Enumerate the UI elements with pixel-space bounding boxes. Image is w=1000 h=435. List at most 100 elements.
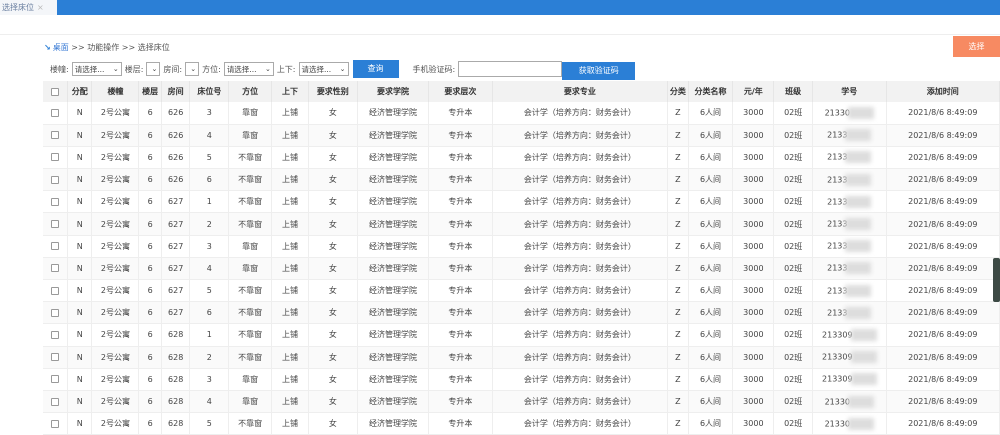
row-checkbox-cell[interactable] [43, 323, 68, 347]
updown-select[interactable]: 请选择... ⌄ [298, 62, 349, 76]
redaction-blur [845, 262, 872, 275]
row-checkbox-cell[interactable] [43, 190, 68, 214]
table-cell: 627 [161, 301, 191, 325]
column-header: 元/年 [732, 81, 775, 102]
table-cell: 上铺 [271, 279, 309, 303]
row-checkbox-cell[interactable] [43, 235, 68, 258]
table-cell: 5 [189, 146, 230, 170]
table-row[interactable]: N 2号公寓 6 628 2 不靠窗 上铺女经济管理学院 专升本 会计学（培养方向：财务会计） Z… [43, 346, 1000, 369]
table-row[interactable]: N 2号公寓 6 628 1 不靠窗 上铺女经济管理学院 专升本 会计学（培养方向：财务会计） Z… [43, 323, 1000, 347]
table-row[interactable]: N 2号公寓 6 626 4 靠窗 上铺女经济管理学院 专升本 会计学（培养方向：财务会计） Z 6… [43, 124, 1000, 147]
student-id-cell: 2133 [812, 190, 887, 214]
table-row[interactable]: N 2号公寓 6 627 1 不靠窗 上铺女经济管理学院 专升本 会计学（培养方向：财务会计） Z… [43, 190, 1000, 214]
table-cell: Z [667, 390, 689, 414]
table-cell: Z [667, 257, 689, 281]
scrollbar[interactable] [993, 258, 1000, 302]
table-cell: 2号公寓 [91, 368, 140, 391]
redaction-blur [845, 151, 872, 164]
row-checkbox-cell[interactable] [43, 146, 68, 170]
query-button[interactable]: 查询 [352, 60, 399, 78]
checkbox[interactable] [50, 197, 59, 206]
table-cell: Z [667, 124, 689, 147]
checkbox[interactable] [50, 87, 59, 96]
student-id-cell: 213309 [812, 323, 887, 347]
table-cell: 626 [161, 124, 191, 147]
get-code-button[interactable]: 获取验证码 [562, 62, 636, 80]
table-cell: 02班 [773, 124, 814, 147]
student-id-cell: 2133 [812, 212, 887, 236]
checkbox[interactable] [50, 308, 59, 317]
table-cell: 专升本 [428, 235, 493, 258]
floor-select[interactable]: ⌄ [146, 62, 161, 76]
room-select[interactable]: ⌄ [185, 62, 200, 76]
checkbox[interactable] [50, 220, 59, 229]
table-cell: 6人间 [688, 412, 734, 435]
table-cell: 02班 [773, 257, 814, 281]
row-checkbox-cell[interactable] [43, 212, 68, 236]
table-row[interactable]: N 2号公寓 6 626 5 不靠窗 上铺女经济管理学院 专升本 会计学（培养方向：财务会计） Z… [43, 146, 1000, 170]
row-checkbox-cell[interactable] [43, 124, 68, 147]
breadcrumb: ↘ 桌面 >> 功能操作 >> 选择床位 [44, 42, 170, 53]
checkbox[interactable] [50, 286, 59, 295]
row-checkbox-cell[interactable] [43, 346, 68, 369]
checkbox[interactable] [50, 108, 59, 117]
table-row[interactable]: N 2号公寓 6 628 3 靠窗 上铺女经济管理学院 专升本 会计学（培养方向：财务会计） Z 6… [43, 368, 1000, 391]
table-cell: 5 [189, 412, 230, 435]
checkbox[interactable] [50, 242, 59, 251]
checkbox[interactable] [50, 131, 59, 140]
column-header: 要求专业 [492, 81, 669, 102]
select-all-checkbox[interactable] [43, 81, 68, 102]
student-id: 2133 [827, 308, 848, 318]
table-cell: 上铺 [271, 257, 309, 281]
close-icon[interactable]: × [37, 3, 44, 12]
table-cell: 6 [138, 346, 162, 369]
row-checkbox-cell[interactable] [43, 257, 68, 281]
checkbox[interactable] [50, 397, 59, 406]
checkbox[interactable] [50, 175, 59, 184]
row-checkbox-cell[interactable] [43, 301, 68, 325]
row-checkbox-cell[interactable] [43, 412, 68, 435]
checkbox[interactable] [50, 330, 59, 339]
table-cell: 经济管理学院 [357, 235, 430, 258]
checkbox[interactable] [50, 153, 59, 162]
select-button[interactable]: 选择 [953, 36, 1000, 57]
row-checkbox-cell[interactable] [43, 168, 68, 192]
table-cell: 6人间 [688, 124, 734, 147]
checkbox[interactable] [50, 419, 59, 428]
table-cell: 3000 [732, 190, 775, 214]
student-id-cell: 2133 [812, 168, 887, 192]
table-cell: 专升本 [428, 102, 493, 125]
row-checkbox-cell[interactable] [43, 102, 68, 125]
row-checkbox-cell[interactable] [43, 390, 68, 414]
table-cell: 627 [161, 257, 191, 281]
checkbox[interactable] [50, 353, 59, 362]
room-label: 房间: [163, 64, 183, 74]
checkbox[interactable] [50, 264, 59, 273]
table-row[interactable]: N 2号公寓 6 627 4 靠窗 上铺女经济管理学院 专升本 会计学（培养方向：财务会计） Z 6… [43, 257, 1000, 281]
table-row[interactable]: N 2号公寓 6 628 4 靠窗 上铺女经济管理学院 专升本 会计学（培养方向：财务会计） Z 6… [43, 390, 1000, 414]
row-checkbox-cell[interactable] [43, 368, 68, 391]
table-row[interactable]: N 2号公寓 6 626 6 不靠窗 上铺女经济管理学院 专升本 会计学（培养方向：财务会计） Z… [43, 168, 1000, 192]
building-select[interactable]: 请选择... ⌄ [71, 62, 122, 76]
tab-select-bed[interactable]: 选择床位 × [0, 0, 57, 15]
table-cell: 2号公寓 [91, 190, 140, 214]
table-cell: 3000 [732, 390, 775, 414]
table-row[interactable]: N 2号公寓 6 626 3 靠窗 上铺女经济管理学院 专升本 会计学（培养方向：财务会计） Z 6… [43, 102, 1000, 125]
row-checkbox-cell[interactable] [43, 279, 68, 303]
table-row[interactable]: N 2号公寓 6 628 5 不靠窗 上铺女经济管理学院 专升本 会计学（培养方向：财务会计） Z… [43, 412, 1000, 435]
direction-select[interactable]: 请选择... ⌄ [223, 62, 274, 76]
column-header: 班级 [773, 81, 814, 102]
breadcrumb-home[interactable]: 桌面 [53, 43, 69, 52]
chevron-down-icon: ⌄ [339, 65, 346, 73]
code-input[interactable] [458, 61, 563, 77]
table-row[interactable]: N 2号公寓 6 627 6 不靠窗 上铺女经济管理学院 专升本 会计学（培养方向：财务会计） Z… [43, 301, 1000, 325]
table-row[interactable]: N 2号公寓 6 627 5 不靠窗 上铺女经济管理学院 专升本 会计学（培养方向：财务会计） Z… [43, 279, 1000, 303]
breadcrumb-sep: >> [121, 43, 136, 52]
table-cell: 3000 [732, 257, 775, 281]
table-cell: 02班 [773, 168, 814, 192]
table-cell: 专升本 [428, 279, 493, 303]
table-row[interactable]: N 2号公寓 6 627 2 不靠窗 上铺女经济管理学院 专升本 会计学（培养方向：财务会计） Z… [43, 212, 1000, 236]
table-cell: 经济管理学院 [357, 124, 430, 147]
checkbox[interactable] [50, 375, 59, 384]
table-row[interactable]: N 2号公寓 6 627 3 靠窗 上铺女经济管理学院 专升本 会计学（培养方向：财务会计） Z 6… [43, 235, 1000, 258]
